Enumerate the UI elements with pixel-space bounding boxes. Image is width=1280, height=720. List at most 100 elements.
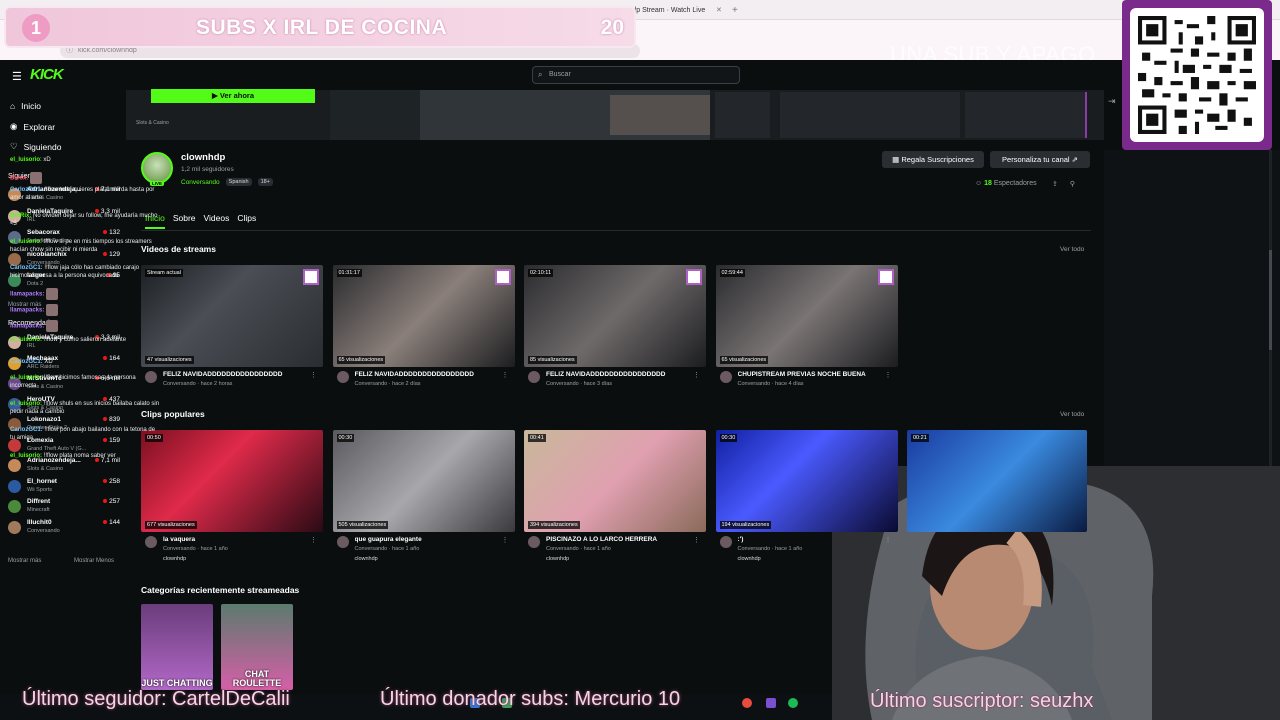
play-icon: ▶ bbox=[211, 91, 220, 100]
pin-icon[interactable]: ⚲ bbox=[1070, 181, 1087, 188]
more-options-icon[interactable]: ⋮ bbox=[693, 371, 700, 379]
clip-card[interactable]: 00:30 505 visualizaciones que guapura eleg… bbox=[332, 430, 515, 562]
nav-siguiendo[interactable]: ♡ Siguiendo bbox=[10, 141, 61, 152]
chat-message: Bleox: bbox=[10, 172, 160, 184]
clip-author[interactable]: clownhdp bbox=[163, 556, 186, 562]
chat-message: CarlozGC1: XD bbox=[10, 358, 160, 366]
see-all-videos[interactable]: Ver todo bbox=[1060, 246, 1084, 253]
clip-title[interactable]: la vaquera bbox=[163, 536, 311, 543]
video-thumbnail[interactable]: 02:59:44 65 visualizaciones bbox=[715, 265, 898, 367]
sidebar-channel[interactable]: Illuchit0 Conversando 144 bbox=[8, 518, 120, 538]
kick-logo[interactable]: KICK bbox=[30, 66, 64, 83]
video-card[interactable]: 02:10:11 85 visualizaciones FELIZ NAVIDADD… bbox=[524, 265, 706, 395]
show-more-recommended[interactable]: Mostrar más bbox=[8, 558, 41, 564]
clip-title[interactable]: :') bbox=[738, 536, 886, 543]
chat-username[interactable]: CarlozGC1: bbox=[10, 265, 43, 271]
clip-thumbnail[interactable]: 00:21 bbox=[907, 430, 1087, 532]
collapse-chat-icon[interactable]: ⇥ bbox=[1108, 96, 1116, 107]
nav-label: Explorar bbox=[23, 121, 56, 132]
sidebar-channel[interactable]: El_hornet Wii Sports 258 bbox=[8, 477, 120, 497]
watch-now-button[interactable]: ▶ Ver ahora bbox=[151, 89, 315, 103]
sidebar-channel[interactable]: Diffrent Minecraft 257 bbox=[8, 497, 120, 517]
language-tag[interactable]: Spanish bbox=[225, 178, 252, 186]
channel-avatar bbox=[8, 479, 21, 493]
more-options-icon[interactable]: ⋮ bbox=[502, 371, 509, 379]
clip-thumbnail[interactable]: 00:41 394 visualizaciones bbox=[524, 430, 706, 532]
chat-username[interactable]: el_luisorio: bbox=[10, 401, 42, 407]
new-tab-icon[interactable]: + bbox=[732, 4, 742, 18]
video-title[interactable]: CHUPISTREAM PREVIAS NOCHE BUENA bbox=[738, 371, 886, 378]
video-card[interactable]: Stream actual 47 visualizaciones FELIZ NAV… bbox=[141, 265, 323, 395]
compass-icon: ◉ bbox=[10, 121, 18, 131]
video-thumbnail[interactable]: Stream actual 47 visualizaciones bbox=[141, 265, 323, 367]
chat-username[interactable]: el_luisorio: bbox=[10, 337, 42, 343]
nav-explorar[interactable]: ◉ Explorar bbox=[10, 121, 55, 132]
banner-title: SUBS X IRL DE COCINA bbox=[196, 16, 448, 39]
nav-inicio[interactable]: ⌂ Inicio bbox=[10, 101, 41, 111]
clip-thumbnail[interactable]: 00:50 677 visualizaciones bbox=[141, 430, 323, 532]
viewer-count: 839 bbox=[109, 416, 120, 423]
video-thumbnail[interactable]: 01:31:17 65 visualizaciones bbox=[332, 265, 515, 367]
chat-username[interactable]: llamapacks: bbox=[10, 292, 44, 298]
tab-clips[interactable]: Clips bbox=[237, 213, 256, 229]
tab-videos[interactable]: Videos bbox=[204, 213, 230, 229]
clip-views: 194 visualizaciones bbox=[719, 521, 772, 529]
video-title[interactable]: FELIZ NAVIDADDDDDDDDDDDDDDDD bbox=[163, 371, 311, 378]
more-options-icon[interactable]: ⋮ bbox=[310, 371, 317, 379]
status-category[interactable]: Conversando bbox=[181, 179, 220, 186]
clip-card[interactable]: 00:21 bbox=[907, 430, 1087, 560]
show-less-recommended[interactable]: Mostrar Menos bbox=[74, 558, 114, 564]
preview-thumb bbox=[420, 90, 710, 140]
chat-username[interactable]: el_luisorio: bbox=[10, 239, 42, 245]
chat-username[interactable]: llamapacks: bbox=[10, 308, 44, 314]
chat-scrollbar[interactable] bbox=[1269, 150, 1272, 470]
close-tab-icon[interactable]: ✕ bbox=[716, 4, 724, 18]
chrome-icon[interactable] bbox=[742, 698, 752, 708]
clip-author[interactable]: clownhdp bbox=[546, 556, 569, 562]
clip-card[interactable]: 00:41 394 visualizaciones PISCINAZO A LO L… bbox=[524, 430, 706, 562]
clip-card[interactable]: 00:50 677 visualizaciones la vaquera Conver… bbox=[141, 430, 323, 562]
clip-title[interactable]: que guapura elegante bbox=[355, 536, 503, 543]
clip-author[interactable]: clownhdp bbox=[738, 556, 761, 562]
more-options-icon[interactable]: ⋮ bbox=[885, 371, 892, 379]
clip-thumbnail[interactable]: 00:30 194 visualizaciones bbox=[715, 430, 898, 532]
more-options-icon[interactable]: ⋮ bbox=[502, 536, 509, 544]
category-chat-roulette[interactable]: CHAT ROULETTE bbox=[221, 604, 293, 690]
chat-username[interactable]: BotRix: bbox=[10, 213, 31, 219]
gift-subs-button[interactable]: ▦ Regala Suscripciones bbox=[882, 151, 984, 168]
chat-username[interactable]: CarlozGC1: bbox=[10, 427, 43, 433]
video-title[interactable]: FELIZ NAVIDADDDDDDDDDDDDDDDD bbox=[355, 371, 503, 378]
clip-title[interactable]: PISCINAZO A LO LARCO HERRERA bbox=[546, 536, 694, 543]
chat-username[interactable]: CarlozGC1: bbox=[10, 359, 43, 365]
video-thumbnail[interactable]: 02:10:11 85 visualizaciones bbox=[524, 265, 706, 367]
chat-username[interactable]: el_luisorio bbox=[10, 157, 40, 163]
chat-username[interactable]: el_luisorio: bbox=[10, 375, 42, 381]
chat-username[interactable]: Bleox: bbox=[10, 176, 28, 182]
customize-channel-button[interactable]: Personaliza tu canal ⇗ bbox=[990, 151, 1090, 168]
viewers-icon: ☺ bbox=[975, 180, 985, 187]
chat-username[interactable]: CarlozGC1: bbox=[10, 187, 43, 193]
tab-sobre[interactable]: Sobre bbox=[173, 213, 196, 229]
more-options-icon[interactable]: ⋮ bbox=[885, 536, 892, 544]
video-card[interactable]: 01:31:17 65 visualizaciones FELIZ NAVIDADD… bbox=[332, 265, 515, 395]
clip-author[interactable]: clownhdp bbox=[355, 556, 378, 562]
more-options-icon[interactable]: ⋮ bbox=[310, 536, 317, 544]
category-just-chatting[interactable]: JUST CHATTING bbox=[141, 604, 213, 690]
nav-label: Inicio bbox=[21, 101, 41, 111]
scroll-thumb[interactable] bbox=[1269, 250, 1272, 350]
video-title[interactable]: FELIZ NAVIDADDDDDDDDDDDDDDDD bbox=[546, 371, 694, 378]
spotify-icon[interactable] bbox=[788, 698, 798, 708]
more-options-icon[interactable]: ⋮ bbox=[693, 536, 700, 544]
app-icon[interactable] bbox=[766, 698, 776, 708]
video-duration: 02:10:11 bbox=[528, 269, 554, 277]
menu-icon[interactable]: ☰ bbox=[12, 70, 22, 83]
clip-card[interactable]: 00:30 194 visualizaciones:') Conversando ·… bbox=[715, 430, 898, 562]
video-card[interactable]: 02:59:44 65 visualizaciones CHUPISTREAM PR… bbox=[715, 265, 898, 395]
search-input[interactable]: ⌕ Buscar bbox=[532, 66, 740, 84]
chat-username[interactable]: llamapacks: bbox=[10, 324, 44, 330]
last-donor: Último donador subs: Mercurio 10 bbox=[380, 688, 681, 710]
share-icon[interactable]: ⇪ bbox=[1052, 181, 1070, 188]
clip-thumbnail[interactable]: 00:30 505 visualizaciones bbox=[332, 430, 515, 532]
see-all-clips[interactable]: Ver todo bbox=[1060, 411, 1084, 418]
chat-username[interactable]: el_luisorio: bbox=[10, 453, 42, 459]
